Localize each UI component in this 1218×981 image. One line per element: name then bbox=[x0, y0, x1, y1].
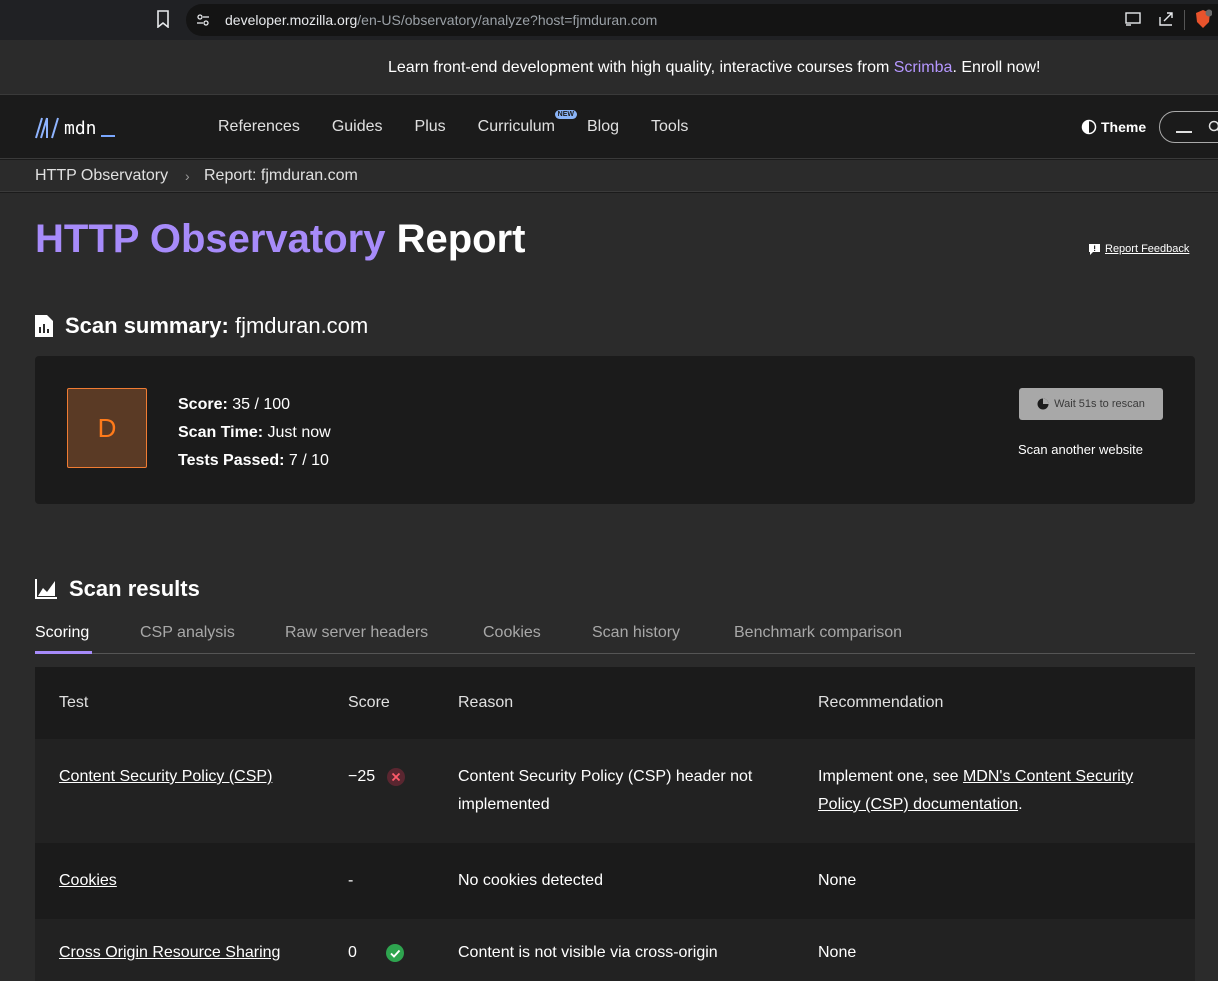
score-cell: - bbox=[348, 872, 354, 889]
address-bar[interactable]: developer.mozilla.org/en-US/observatory/… bbox=[186, 4, 1218, 36]
search-button[interactable] bbox=[1159, 111, 1218, 143]
tab-scoring[interactable]: Scoring bbox=[35, 624, 89, 642]
reason-cell: Content Security Policy (CSP) header not… bbox=[458, 768, 753, 813]
column-header-score: Score bbox=[348, 694, 390, 711]
tests-passed-stat: Tests Passed: 7 / 10 bbox=[178, 452, 329, 469]
breadcrumb-report[interactable]: Report: fjmduran.com bbox=[204, 167, 358, 185]
recommendation-cell: Implement one, see MDN's Content Securit… bbox=[818, 768, 1134, 813]
recommendation-cell: None bbox=[818, 872, 857, 889]
reason-cell: No cookies detected bbox=[458, 872, 603, 889]
tab-csp-analysis[interactable]: CSP analysis bbox=[140, 624, 235, 642]
breadcrumb: HTTP Observatory › Report: fjmduran.com bbox=[0, 160, 1218, 192]
feedback-icon bbox=[1089, 243, 1100, 255]
table-header-row: Test Score Reason Recommendation bbox=[35, 667, 1195, 739]
cast-icon[interactable] bbox=[1125, 12, 1141, 26]
results-tabs: Scoring CSP analysis Raw server headers … bbox=[35, 620, 1195, 654]
active-tab-indicator bbox=[35, 651, 92, 654]
scan-stats: Score: 35 / 100 Scan Time: Just now Test… bbox=[178, 391, 331, 475]
breadcrumb-observatory[interactable]: HTTP Observatory bbox=[35, 167, 168, 185]
tab-raw-server-headers[interactable]: Raw server headers bbox=[285, 624, 428, 642]
report-document-icon bbox=[35, 315, 53, 337]
score-cell: −25 bbox=[348, 763, 438, 791]
main-menu: References Guides Plus Curriculum NEW Blo… bbox=[218, 110, 720, 136]
timer-icon bbox=[1037, 398, 1049, 410]
nav-plus[interactable]: Plus bbox=[415, 118, 446, 136]
share-icon[interactable] bbox=[1158, 11, 1174, 27]
logo-cursor bbox=[100, 135, 115, 137]
column-header-recommendation: Recommendation bbox=[818, 694, 944, 711]
tab-scan-history[interactable]: Scan history bbox=[592, 624, 680, 642]
page-title: HTTP Observatory Report bbox=[35, 217, 526, 261]
recommendation-cell: None bbox=[818, 944, 857, 961]
nav-blog[interactable]: Blog bbox=[587, 118, 619, 136]
logo-text: mdn bbox=[64, 117, 97, 139]
scan-time-stat: Scan Time: Just now bbox=[178, 424, 331, 441]
brave-shields-icon[interactable] bbox=[1194, 9, 1212, 29]
theme-button[interactable]: Theme bbox=[1081, 119, 1146, 135]
test-link-cors[interactable]: Cross Origin Resource Sharing bbox=[59, 939, 319, 967]
scan-summary-heading: Scan summary: fjmduran.com bbox=[35, 313, 368, 339]
chart-icon bbox=[35, 579, 57, 599]
column-header-test: Test bbox=[59, 694, 89, 711]
toolbar-divider bbox=[1184, 10, 1185, 30]
scan-summary-card: D Score: 35 / 100 Scan Time: Just now Te… bbox=[35, 356, 1195, 504]
bookmark-icon[interactable] bbox=[156, 10, 170, 28]
new-badge: NEW bbox=[554, 110, 577, 119]
column-header-reason: Reason bbox=[458, 694, 514, 711]
top-navigation: mdn References Guides Plus Curriculum NEW… bbox=[0, 95, 1218, 159]
mdn-m-icon bbox=[35, 117, 59, 139]
scan-results-heading: Scan results bbox=[35, 576, 200, 602]
banner-message: Learn front-end development with high qu… bbox=[388, 59, 1041, 76]
scan-another-link[interactable]: Scan another website bbox=[1018, 442, 1143, 457]
nav-tools[interactable]: Tools bbox=[651, 118, 688, 136]
nav-curriculum[interactable]: Curriculum NEW bbox=[478, 110, 577, 136]
rescan-button[interactable]: Wait 51s to rescan bbox=[1019, 388, 1163, 420]
grade-badge: D bbox=[67, 388, 147, 468]
mdn-logo[interactable]: mdn bbox=[35, 116, 115, 140]
table-row: Content Security Policy (CSP) −25 Conten… bbox=[35, 739, 1195, 843]
table-row: Cookies - No cookies detected None bbox=[35, 843, 1195, 919]
score-cell: 0 bbox=[348, 939, 438, 967]
nav-references[interactable]: References bbox=[218, 118, 300, 136]
theme-icon bbox=[1081, 119, 1097, 135]
scoring-table: Test Score Reason Recommendation Content… bbox=[35, 667, 1195, 981]
chevron-right-icon: › bbox=[185, 168, 190, 184]
nav-guides[interactable]: Guides bbox=[332, 118, 383, 136]
report-feedback-link[interactable]: Report Feedback bbox=[1089, 243, 1189, 255]
score-stat: Score: 35 / 100 bbox=[178, 396, 291, 413]
reason-cell: Content is not visible via cross-origin bbox=[458, 944, 718, 961]
pass-check-icon bbox=[386, 944, 404, 962]
site-settings-icon[interactable] bbox=[196, 13, 210, 27]
browser-toolbar: developer.mozilla.org/en-US/observatory/… bbox=[0, 0, 1218, 40]
search-underscore bbox=[1176, 131, 1192, 133]
main-content: HTTP Observatory Report Report Feedback … bbox=[0, 193, 1218, 981]
test-link-cookies[interactable]: Cookies bbox=[59, 867, 319, 895]
tab-cookies[interactable]: Cookies bbox=[483, 624, 541, 642]
tab-benchmark-comparison[interactable]: Benchmark comparison bbox=[734, 624, 902, 642]
fail-x-icon bbox=[387, 768, 406, 786]
table-row: Cross Origin Resource Sharing 0 Content … bbox=[35, 919, 1195, 981]
test-link-csp[interactable]: Content Security Policy (CSP) bbox=[59, 763, 319, 791]
url-text: developer.mozilla.org/en-US/observatory/… bbox=[225, 12, 658, 28]
search-icon bbox=[1208, 120, 1218, 132]
scrimba-link[interactable]: Scrimba bbox=[894, 59, 953, 76]
promo-banner: Learn front-end development with high qu… bbox=[0, 40, 1218, 95]
